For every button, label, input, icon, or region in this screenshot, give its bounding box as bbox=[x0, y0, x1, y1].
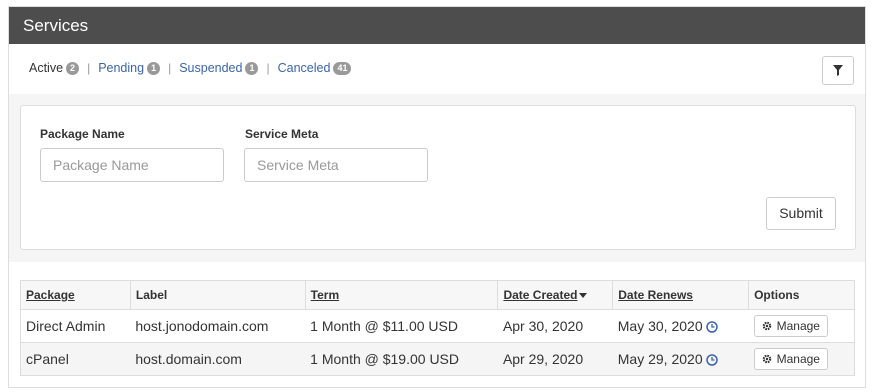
table-row[interactable]: cPanel host.domain.com 1 Month @ $19.00 … bbox=[20, 342, 855, 376]
filter-icon bbox=[833, 65, 843, 76]
service-meta-label: Service Meta bbox=[245, 127, 319, 141]
count-badge: 1 bbox=[245, 61, 259, 75]
service-meta-input[interactable] bbox=[244, 148, 428, 182]
package-name-input[interactable] bbox=[40, 148, 224, 182]
manage-label: Manage bbox=[776, 352, 820, 366]
clock-icon bbox=[705, 354, 718, 366]
services-table: Package Label Term Date Created Date Ren… bbox=[20, 280, 855, 376]
status-tab-suspended[interactable]: Suspended 1 bbox=[179, 61, 259, 75]
status-tab-label: Active bbox=[29, 61, 64, 75]
divider: | bbox=[266, 61, 270, 75]
cell-options: Manage bbox=[748, 342, 855, 376]
status-tab-active[interactable]: Active 2 bbox=[29, 61, 80, 75]
column-header-date-renews[interactable]: Date Renews bbox=[612, 280, 750, 310]
column-header-options: Options bbox=[748, 280, 855, 310]
status-tab-label: Suspended bbox=[179, 61, 243, 75]
count-badge: 2 bbox=[66, 61, 80, 75]
manage-button[interactable]: Manage bbox=[753, 348, 828, 370]
caret-down-icon bbox=[579, 293, 588, 299]
gear-icon bbox=[762, 321, 771, 331]
table-row[interactable]: Direct Admin host.jonodomain.com 1 Month… bbox=[20, 309, 855, 343]
filter-area: Package Name Service Meta Submit bbox=[9, 94, 865, 262]
date-renews-text: May 30, 2020 bbox=[617, 318, 703, 334]
cell-package: Direct Admin bbox=[20, 309, 131, 343]
cell-options: Manage bbox=[748, 309, 855, 343]
package-name-label: Package Name bbox=[40, 127, 125, 141]
status-tabs: Active 2 | Pending 1 | Suspended 1 | Can… bbox=[29, 61, 352, 75]
count-badge: 41 bbox=[333, 61, 352, 75]
divider: | bbox=[87, 61, 91, 75]
gear-icon bbox=[762, 354, 771, 364]
status-tab-pending[interactable]: Pending 1 bbox=[98, 61, 161, 75]
column-header-package[interactable]: Package bbox=[20, 280, 131, 310]
cell-date-renews: May 29, 2020 bbox=[612, 342, 749, 376]
cell-package: cPanel bbox=[20, 342, 131, 376]
date-renews-text: May 29, 2020 bbox=[617, 351, 703, 367]
column-header-term[interactable]: Term bbox=[304, 280, 499, 310]
clock-icon bbox=[705, 321, 718, 333]
status-filter-row: Active 2 | Pending 1 | Suspended 1 | Can… bbox=[9, 44, 865, 94]
filter-toggle-button[interactable] bbox=[822, 56, 854, 85]
cell-date-created: Apr 29, 2020 bbox=[497, 342, 613, 376]
manage-button[interactable]: Manage bbox=[753, 315, 828, 337]
column-header-date-created[interactable]: Date Created bbox=[497, 280, 614, 310]
manage-label: Manage bbox=[776, 319, 820, 333]
cell-term: 1 Month @ $19.00 USD bbox=[305, 342, 498, 376]
divider: | bbox=[168, 61, 172, 75]
panel-title: Services bbox=[9, 7, 865, 44]
status-tab-label: Canceled bbox=[277, 61, 331, 75]
cell-date-created: Apr 30, 2020 bbox=[497, 309, 613, 343]
submit-button[interactable]: Submit bbox=[766, 197, 836, 230]
cell-date-renews: May 30, 2020 bbox=[612, 309, 749, 343]
count-badge: 1 bbox=[147, 61, 161, 75]
cell-label: host.jonodomain.com bbox=[130, 309, 306, 343]
cell-label: host.domain.com bbox=[130, 342, 306, 376]
status-tab-label: Pending bbox=[98, 61, 145, 75]
table-header-row: Package Label Term Date Created Date Ren… bbox=[20, 280, 855, 310]
services-panel: Services Active 2 | Pending 1 | Suspende… bbox=[8, 6, 866, 388]
status-tab-canceled[interactable]: Canceled 41 bbox=[278, 61, 352, 75]
column-header-label: Label bbox=[129, 280, 306, 310]
filter-form: Package Name Service Meta Submit bbox=[20, 105, 856, 250]
cell-term: 1 Month @ $11.00 USD bbox=[305, 309, 498, 343]
